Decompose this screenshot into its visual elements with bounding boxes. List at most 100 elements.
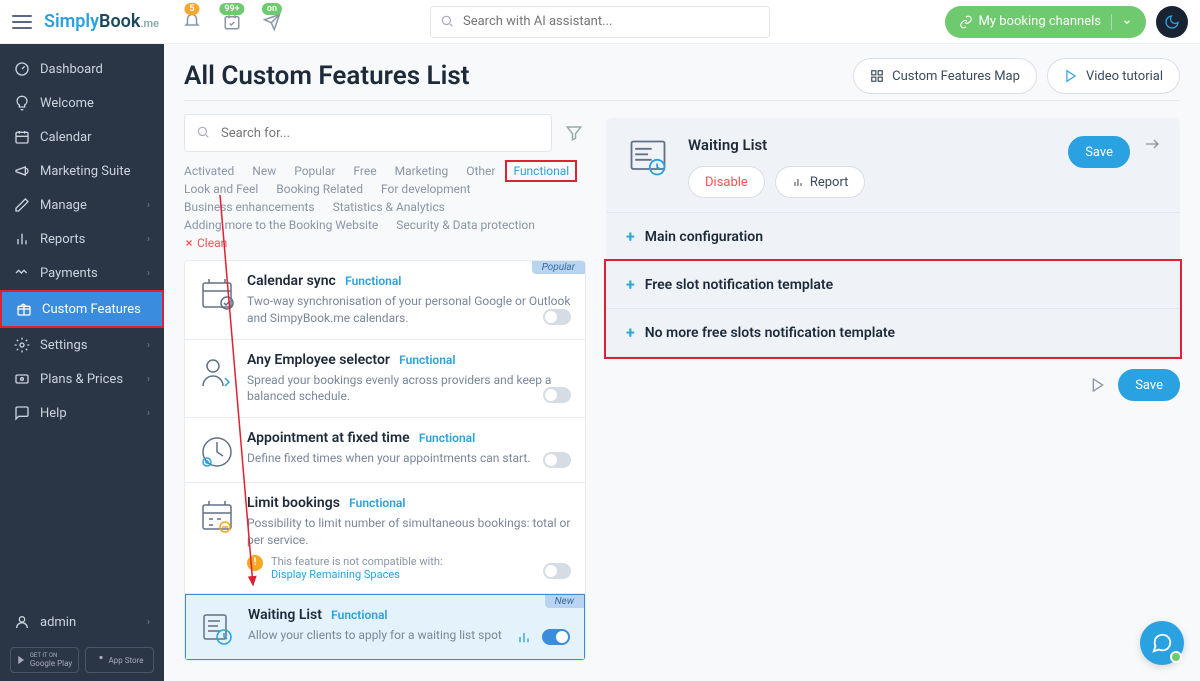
sidebar-item-payments[interactable]: Payments› [0, 256, 164, 290]
disable-button[interactable]: Disable [688, 166, 765, 198]
pencil-icon [14, 197, 30, 213]
filter-new[interactable]: New [252, 164, 276, 178]
filter-icon[interactable] [562, 121, 586, 145]
calendar-badge: 99+ [219, 3, 244, 15]
config-item-no-more-free-slots-notification-template[interactable]: +No more free slots notification templat… [606, 309, 1180, 357]
filter-free[interactable]: Free [353, 164, 376, 178]
feature-toggle[interactable] [543, 563, 571, 579]
feature-list: Popular Calendar sync Functional Two-way… [184, 260, 586, 661]
feature-title: Waiting List [248, 607, 322, 623]
feature-tag: Functional [345, 274, 401, 288]
video-tutorial-button[interactable]: Video tutorial [1047, 58, 1180, 94]
moon-icon [1164, 14, 1180, 30]
video-label: Video tutorial [1086, 69, 1163, 84]
admin-label: admin [40, 615, 76, 630]
sidebar-item-help[interactable]: Help› [0, 396, 164, 430]
feature-toggle[interactable] [543, 387, 571, 403]
sidebar-item-label: Plans & Prices [40, 372, 123, 387]
feature-desc: Spread your bookings evenly across provi… [247, 372, 571, 406]
zigzag-icon [14, 265, 30, 281]
sidebar-item-custom-features[interactable]: Custom Features [0, 290, 164, 328]
barchart-icon [14, 231, 30, 247]
filter-statistics-analytics[interactable]: Statistics & Analytics [333, 200, 445, 214]
feature-icon [200, 611, 236, 647]
collapse-icon[interactable] [1144, 136, 1160, 152]
sidebar-item-manage[interactable]: Manage› [0, 188, 164, 222]
barchart-icon [792, 176, 804, 188]
search-icon [440, 14, 454, 28]
logo[interactable]: SimplyBook.me [44, 11, 159, 32]
sidebar-item-welcome[interactable]: Welcome [0, 86, 164, 120]
filter-functional[interactable]: Functional [505, 160, 577, 182]
save-button-bottom[interactable]: Save [1118, 369, 1180, 401]
chevron-right-icon: › [147, 617, 150, 628]
chevron-right-icon: › [147, 200, 150, 211]
send-icon[interactable]: on [263, 13, 281, 31]
page-title: All Custom Features List [184, 61, 853, 91]
calendar-check-icon[interactable]: 99+ [223, 13, 241, 31]
filter-for-development[interactable]: For development [381, 182, 471, 196]
filter-look-and-feel[interactable]: Look and Feel [184, 182, 258, 196]
booking-channels-button[interactable]: My booking channels [945, 6, 1146, 38]
bulb-icon [14, 95, 30, 111]
sidebar-item-marketing-suite[interactable]: Marketing Suite [0, 154, 164, 188]
sidebar-item-reports[interactable]: Reports› [0, 222, 164, 256]
feature-toggle[interactable] [543, 452, 571, 468]
gauge-icon [14, 61, 30, 77]
google-play-badge[interactable]: GET IT ONGoogle Play [10, 647, 79, 673]
global-search-input[interactable] [430, 6, 770, 38]
feature-search-input[interactable] [184, 114, 552, 152]
feature-toggle[interactable] [542, 629, 570, 645]
sidebar-item-label: Payments [40, 266, 98, 281]
global-search[interactable] [430, 6, 770, 38]
bell-icon[interactable]: 5 [183, 13, 201, 31]
filter-business-enhancements[interactable]: Business enhancements [184, 200, 315, 214]
sidebar-item-plans-&-prices[interactable]: Plans & Prices› [0, 362, 164, 396]
sidebar-item-calendar[interactable]: Calendar [0, 120, 164, 154]
sidebar-item-dashboard[interactable]: Dashboard [0, 52, 164, 86]
incompat-link[interactable]: Display Remaining Spaces [271, 568, 443, 581]
feature-search[interactable] [184, 114, 552, 152]
filter-activated[interactable]: Activated [184, 164, 234, 178]
feature-desc: Two-way synchronisation of your personal… [247, 293, 571, 327]
feature-tag: Functional [331, 608, 387, 622]
expand-icon: + [626, 323, 635, 342]
feature-card-limit-bookings[interactable]: Limit bookings Functional Possibility to… [185, 483, 585, 594]
feature-icon [199, 356, 235, 392]
feature-card-appointment-at-fixed-time[interactable]: Appointment at fixed time Functional Def… [185, 418, 585, 483]
report-button[interactable]: Report [775, 166, 866, 198]
theme-toggle[interactable] [1156, 6, 1188, 38]
config-item-free-slot-notification-template[interactable]: +Free slot notification template [606, 261, 1180, 309]
chat-bubble[interactable] [1140, 621, 1184, 665]
feature-card-any-employee-selector[interactable]: Any Employee selector Functional Spread … [185, 340, 585, 419]
logo-part2: Book [99, 11, 140, 32]
filter-clean[interactable]: Clean [184, 236, 227, 250]
feature-card-calendar-sync[interactable]: Popular Calendar sync Functional Two-way… [185, 261, 585, 340]
sidebar-item-admin[interactable]: admin › [0, 605, 164, 639]
filter-popular[interactable]: Popular [294, 164, 335, 178]
menu-toggle[interactable] [12, 15, 32, 29]
features-map-button[interactable]: Custom Features Map [853, 58, 1037, 94]
search-icon [196, 125, 210, 139]
filter-adding-more-to-the-booking-website[interactable]: Adding more to the Booking Website [184, 218, 378, 232]
filter-other[interactable]: Other [466, 164, 495, 178]
filter-security-data-protection[interactable]: Security & Data protection [396, 218, 535, 232]
waiting-list-icon [626, 136, 670, 180]
save-button-top[interactable]: Save [1068, 136, 1130, 168]
feature-toggle[interactable] [543, 309, 571, 325]
feature-title: Any Employee selector [247, 352, 390, 368]
card-badge: Popular [532, 261, 585, 274]
sidebar-item-label: Custom Features [42, 302, 141, 317]
filter-marketing[interactable]: Marketing [395, 164, 449, 178]
filter-booking-related[interactable]: Booking Related [276, 182, 363, 196]
app-store-badge[interactable]: App Store [85, 647, 154, 673]
sidebar-item-settings[interactable]: Settings› [0, 328, 164, 362]
filter-tags: Activated New Popular Free Marketing Other Fun… [184, 162, 586, 260]
config-label: Free slot notification template [645, 277, 833, 293]
expand-icon: + [626, 227, 635, 246]
config-item-main-configuration[interactable]: +Main configuration [606, 213, 1180, 261]
play-icon[interactable] [1090, 377, 1106, 393]
barchart-icon[interactable] [516, 629, 532, 645]
feature-card-waiting-list[interactable]: New Waiting List Functional Allow your c… [185, 594, 585, 660]
send-badge: on [262, 3, 282, 15]
